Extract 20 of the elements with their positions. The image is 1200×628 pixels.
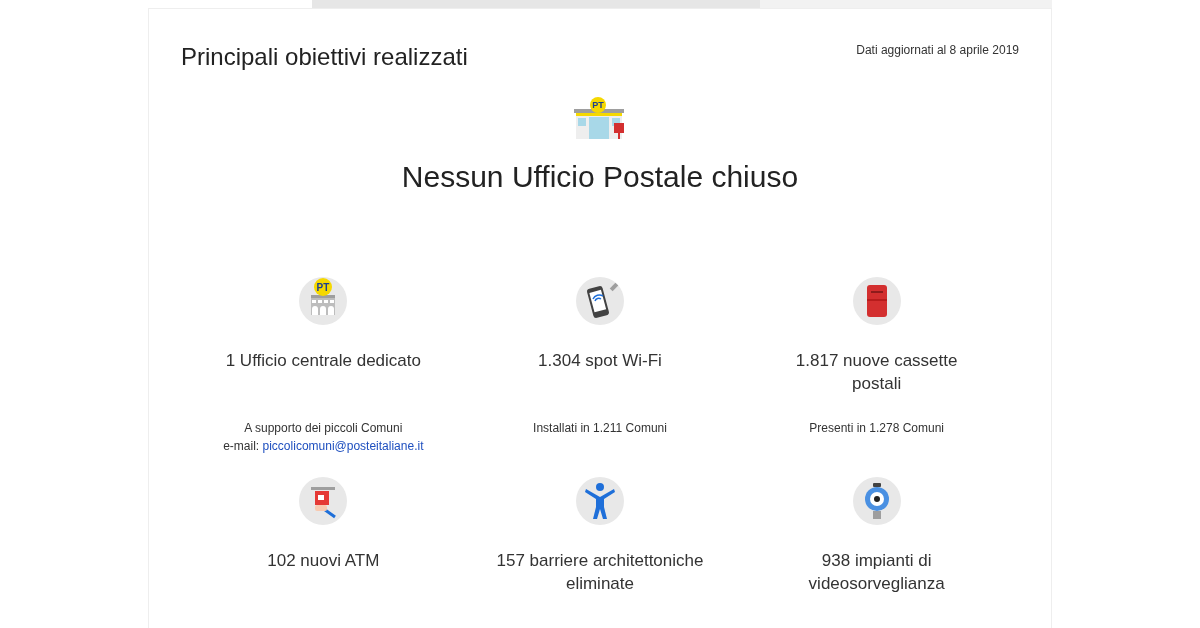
section-title: Principali obiettivi realizzati — [181, 42, 468, 72]
stat-description: Presenti in 1.278 Comuni — [809, 420, 945, 437]
stat-title: 102 nuovi ATM — [266, 550, 381, 572]
stat-title: 157 barriere architettoniche eliminate — [495, 550, 705, 595]
stat-title: 1.817 nuove cassette postali — [794, 350, 959, 395]
update-date: Dati aggiornati al 8 aprile 2019 — [856, 42, 1019, 59]
phone-icon — [576, 277, 624, 325]
stat-description: Installati in 1.211 Comuni — [533, 420, 667, 437]
stat-description: A supporto dei piccoli Comuni — [244, 420, 403, 437]
mailbox-icon — [852, 277, 901, 325]
stat-title: 938 impianti di videosorveglianza — [807, 550, 946, 595]
hero-heading: Nessun Ufficio Postale chiuso — [401, 159, 799, 195]
atm-icon — [299, 477, 348, 525]
email-link[interactable]: piccolicomuni@posteitaliane.it — [262, 439, 424, 453]
stat-title: 1 Ufficio centrale dedicato — [224, 350, 422, 372]
stat-description: e-mail: piccolicomuni@posteitaliane.it — [223, 438, 424, 455]
camera-icon — [852, 477, 901, 525]
office-icon: PT — [299, 277, 348, 325]
person-icon — [576, 477, 624, 525]
stat-title: 1.304 spot Wi-Fi — [537, 350, 663, 372]
